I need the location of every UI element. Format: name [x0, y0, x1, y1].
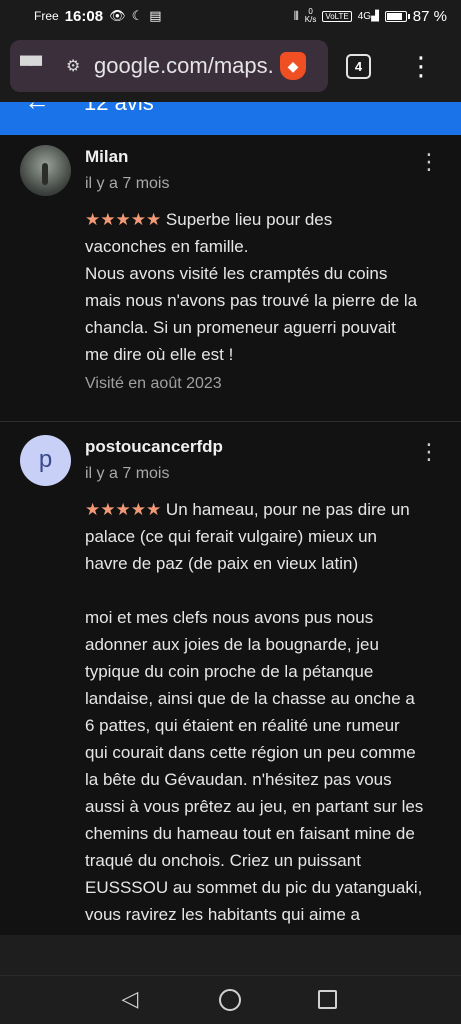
review-time: il y a 7 mois: [85, 465, 170, 482]
nav-recents-icon[interactable]: [318, 990, 337, 1009]
reviews-list[interactable]: Milan il y a 7 mois ⋮ ★★★★★ Superbe lieu…: [0, 135, 461, 935]
avatar[interactable]: p: [20, 435, 71, 486]
nav-home-icon[interactable]: [219, 989, 241, 1011]
browser-menu-icon[interactable]: ⋮: [408, 50, 434, 84]
site-settings-icon[interactable]: ⚙: [66, 56, 86, 76]
reviews-count-title: 12 avis: [84, 102, 154, 115]
carrier-label: Free: [34, 9, 59, 23]
system-navigation-bar: ◁: [0, 935, 461, 1024]
review-text: ★★★★★ Un hameau, pour ne pas dire un pal…: [85, 500, 424, 924]
network-speed: 0 K/s: [304, 7, 317, 24]
star-rating: ★★★★★: [85, 500, 162, 519]
review-more-icon[interactable]: ⋮: [418, 149, 440, 177]
nav-back-icon[interactable]: ◁: [118, 987, 142, 1011]
divider: [0, 421, 461, 422]
browser-toolbar: ▀▀ ⚙ google.com/maps. ◆ 4 ⋮: [0, 32, 461, 102]
battery-percent: 87 %: [412, 7, 447, 25]
reviews-header: ← 12 avis: [0, 102, 461, 135]
private-mode-icon: ▀▀: [20, 56, 42, 75]
avatar[interactable]: [20, 145, 71, 196]
clock: 16:08: [64, 7, 104, 25]
status-bar: Free 16:08 👁 ☾ ▤ ⫴ 0 K/s VoLTE 4G▟ 87 %: [0, 0, 461, 32]
review-text: ★★★★★ Superbe lieu pour des vaconches en…: [85, 210, 418, 364]
url-text[interactable]: google.com/maps.: [94, 53, 276, 79]
visit-date: Visité en août 2023: [85, 375, 222, 392]
review-author[interactable]: Milan: [85, 147, 128, 167]
battery-fill: [386, 12, 402, 20]
eye-icon: 👁: [109, 8, 126, 23]
tab-switcher-button[interactable]: 4: [346, 54, 371, 79]
star-rating: ★★★★★: [85, 210, 162, 229]
vibrate-icon: ⫴: [293, 8, 299, 23]
review-author[interactable]: postoucancerfdp: [85, 437, 223, 457]
signal-icon: 4G▟: [357, 10, 379, 22]
back-arrow-icon[interactable]: ←: [24, 102, 50, 117]
review-more-icon[interactable]: ⋮: [418, 439, 440, 467]
volte-badge: VoLTE: [322, 10, 352, 22]
battery-icon: [384, 10, 410, 22]
brave-shields-icon[interactable]: ◆: [280, 52, 306, 80]
notification-icon: ▤: [149, 8, 162, 23]
moon-icon: ☾: [131, 8, 144, 23]
address-bar[interactable]: ▀▀ ⚙ google.com/maps. ◆: [10, 40, 328, 92]
review-time: il y a 7 mois: [85, 175, 170, 192]
divider: [0, 975, 461, 976]
